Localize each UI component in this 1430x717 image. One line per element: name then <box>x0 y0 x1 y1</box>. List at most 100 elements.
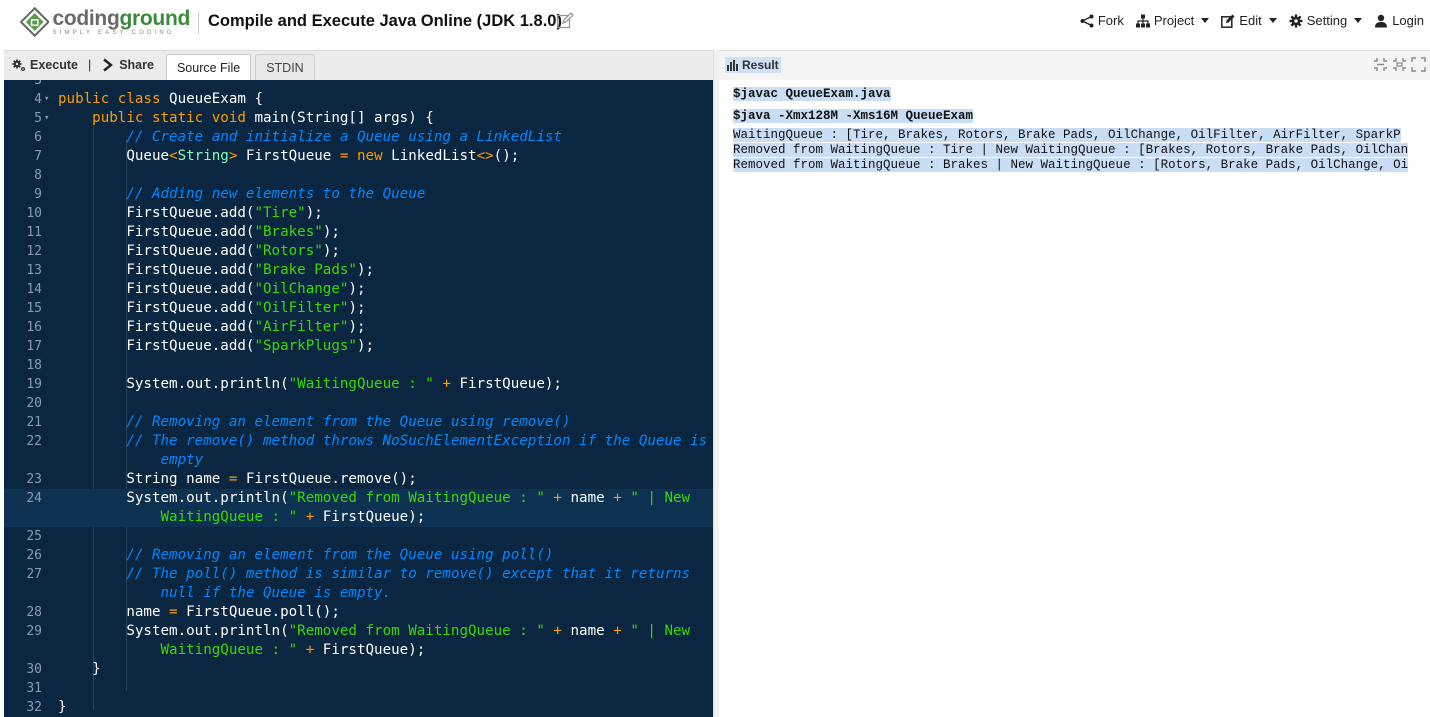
code-text: FirstQueue.add("Tire"); <box>58 205 323 221</box>
fullscreen-icon[interactable] <box>1411 57 1426 72</box>
edit-title-icon[interactable] <box>556 12 574 30</box>
result-line: Removed from WaitingQueue : Brakes | New… <box>733 158 1409 173</box>
code-line: 4 ▾ public class QueueExam { <box>4 90 713 109</box>
result-line-text: $java -Xmx128M -Xms16M QueueExam <box>733 109 974 123</box>
code-line: 28 name = FirstQueue.poll(); <box>4 603 713 622</box>
code-text: System.out.println("Removed from Waiting… <box>58 490 691 506</box>
code-line: 7 Queue<String> FirstQueue = new LinkedL… <box>4 147 713 166</box>
chevron-right-icon <box>103 58 114 72</box>
code-line: 14 FirstQueue.add("OilChange"); <box>4 280 713 299</box>
fold-arrow-icon[interactable]: ▾ <box>44 109 49 128</box>
setting-menu[interactable]: Setting <box>1289 13 1363 28</box>
line-number: 16 <box>26 320 42 335</box>
line-number: 5 <box>34 111 42 126</box>
restore-icon[interactable] <box>1392 57 1407 72</box>
project-label: Project <box>1153 13 1195 28</box>
code-text: FirstQueue.add("Brakes"); <box>58 224 340 240</box>
code-line: 12 FirstQueue.add("Rotors"); <box>4 242 713 261</box>
tab-stdin[interactable]: STDIN <box>255 54 315 80</box>
project-menu[interactable]: Project <box>1135 13 1210 28</box>
code-line: 22 // The remove() method throws NoSuchE… <box>4 432 713 451</box>
line-number: 9 <box>34 187 42 202</box>
header-nav: Fork Project Edit Setting Login <box>1080 13 1424 28</box>
logo-diamond-icon <box>20 7 50 37</box>
code-line: 18 <box>4 356 713 375</box>
line-number: 19 <box>26 377 42 392</box>
code-line: null if the Queue is empty. <box>4 584 713 603</box>
fork-button[interactable]: Fork <box>1080 13 1124 28</box>
page-title: Compile and Execute Java Online (JDK 1.8… <box>208 12 562 30</box>
line-number: 22 <box>26 434 42 449</box>
code-line: 17 FirstQueue.add("SparkPlugs"); <box>4 337 713 356</box>
result-line-text: Removed from WaitingQueue : Tire | New W… <box>733 143 1409 157</box>
result-output[interactable]: $javac QueueExam.java $java -Xmx128M -Xm… <box>719 80 1430 717</box>
code-line: 23 String name = FirstQueue.remove(); <box>4 470 713 489</box>
top-header: codingground SIMPLY EASY CODING Compile … <box>0 0 1430 46</box>
result-toolbar: Result <box>719 50 1430 80</box>
code-line: 5 ▾ public static void main(String[] args… <box>4 109 713 128</box>
bar-chart-icon <box>727 59 738 71</box>
code-line: WaitingQueue : " + FirstQueue); <box>4 508 713 527</box>
line-number: 13 <box>26 263 42 278</box>
code-text: null if the Queue is empty. <box>58 585 392 601</box>
code-text: // Removing an element from the Queue us… <box>58 547 554 563</box>
code-line: 6 // Create and initialize a Queue using… <box>4 128 713 147</box>
code-text: } <box>58 699 67 715</box>
code-text: String name = FirstQueue.remove(); <box>58 471 417 487</box>
code-text: // The poll() method is similar to remov… <box>58 566 691 582</box>
chevron-down-icon <box>1354 18 1363 23</box>
code-line: 24 System.out.println("Removed from Wait… <box>4 489 713 508</box>
code-text: empty <box>58 452 204 468</box>
line-number: 10 <box>26 206 42 221</box>
code-line: 20 <box>4 394 713 413</box>
result-line: Removed from WaitingQueue : Tire | New W… <box>733 143 1409 158</box>
line-number: 24 <box>26 491 42 506</box>
user-icon <box>1375 14 1388 27</box>
login-button[interactable]: Login <box>1374 13 1424 28</box>
gears-icon <box>12 59 25 71</box>
edit-menu[interactable]: Edit <box>1221 13 1277 28</box>
tab-source-file[interactable]: Source File <box>165 54 252 80</box>
share-button[interactable]: Share <box>93 50 162 80</box>
code-line: 11 FirstQueue.add("Brakes"); <box>4 223 713 242</box>
code-line: 26 // Removing an element from the Queue… <box>4 546 713 565</box>
code-text: // Removing an element from the Queue us… <box>58 414 571 430</box>
code-text: // Create and initialize a Queue using a… <box>58 129 562 145</box>
logo-name-coding: coding <box>52 7 120 30</box>
line-number: 23 <box>26 472 42 487</box>
fold-arrow-icon[interactable]: ▾ <box>44 90 49 109</box>
edit-icon <box>1221 14 1235 28</box>
line-number: 14 <box>26 282 42 297</box>
codingground-logo[interactable]: codingground SIMPLY EASY CODING <box>20 5 190 39</box>
code-text: System.out.println("Removed from Waiting… <box>58 623 691 639</box>
code-editor[interactable]: 3 4 ▾ public class QueueExam {5 ▾ public sta… <box>4 80 713 717</box>
code-line: WaitingQueue : " + FirstQueue); <box>4 641 713 660</box>
result-line: $javac QueueExam.java <box>733 87 891 102</box>
result-header: Result <box>725 57 781 73</box>
editor-toolbar: Execute | Share Source File STDIN <box>4 50 713 80</box>
code-line: 30 } <box>4 660 713 679</box>
code-line: 25 <box>4 527 713 546</box>
login-label: Login <box>1392 13 1424 28</box>
code-text: FirstQueue.add("AirFilter"); <box>58 319 366 335</box>
sitemap-icon <box>1135 14 1150 27</box>
code-text: FirstQueue.add("OilFilter"); <box>58 300 366 316</box>
code-text: Queue<String> FirstQueue = new LinkedLis… <box>58 148 520 164</box>
line-number: 6 <box>34 130 42 145</box>
line-number: 29 <box>26 624 42 639</box>
code-text: FirstQueue.add("OilChange"); <box>58 281 366 297</box>
line-number: 7 <box>34 149 42 164</box>
code-line: 27 // The poll() method is similar to re… <box>4 565 713 584</box>
logo-name: codingground <box>52 8 190 29</box>
code-text: FirstQueue.add("Brake Pads"); <box>58 262 375 278</box>
code-line: 31 <box>4 679 713 698</box>
execute-button[interactable]: Execute <box>4 50 86 80</box>
line-number: 21 <box>26 415 42 430</box>
line-number: 15 <box>26 301 42 316</box>
code-text: FirstQueue.add("Rotors"); <box>58 243 340 259</box>
collapse-icon[interactable] <box>1373 57 1388 72</box>
line-number: 27 <box>26 567 42 582</box>
code-line: 8 <box>4 166 713 185</box>
code-text: // The remove() method throws NoSuchElem… <box>58 433 708 449</box>
header-divider <box>198 12 199 34</box>
